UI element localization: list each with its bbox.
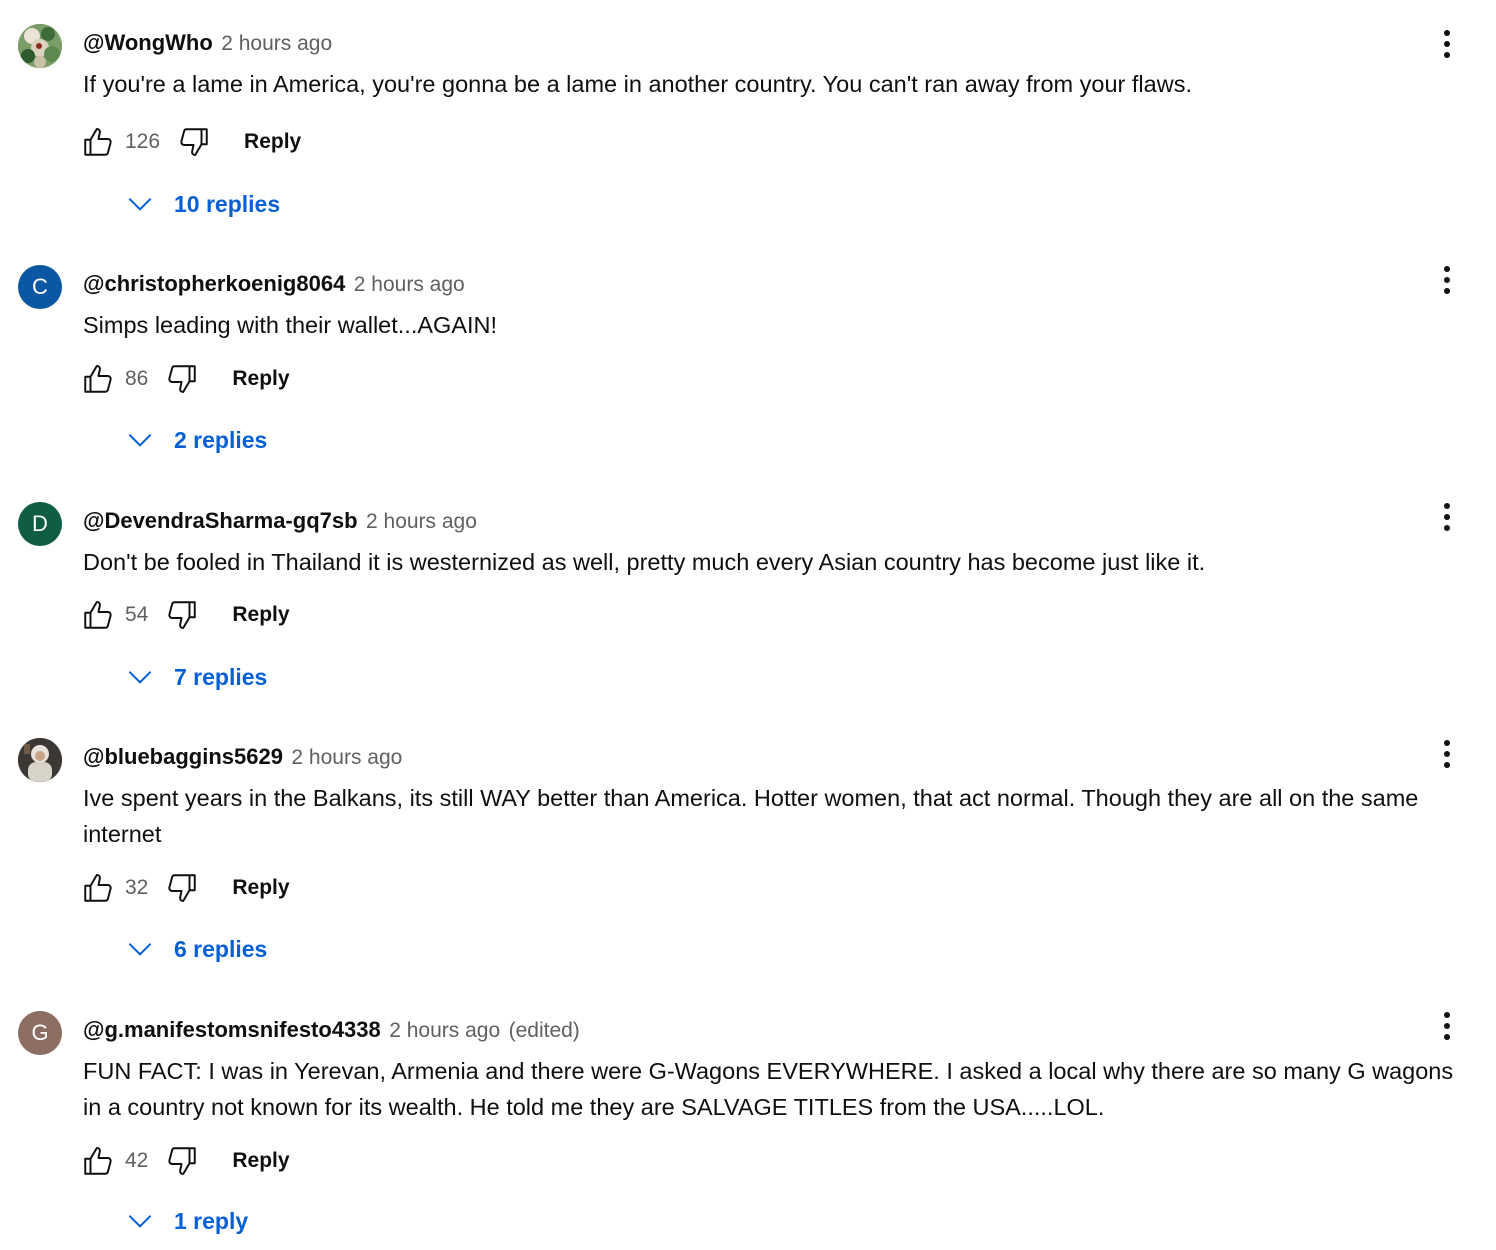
profile-photo-icon (18, 738, 62, 782)
view-replies-button[interactable]: 1 reply (124, 1201, 248, 1241)
thumbs-up-icon (84, 600, 112, 629)
comment-author[interactable]: @bluebaggins5629 (83, 744, 283, 769)
chevron-down-icon (128, 433, 152, 447)
comment-menu-button[interactable] (1431, 260, 1463, 300)
view-replies-button[interactable]: 10 replies (124, 184, 280, 224)
comment-actions: 32 Reply (78, 868, 290, 908)
profile-photo-icon (18, 24, 62, 68)
comment-timestamp[interactable]: 2 hours ago (366, 510, 477, 533)
thumbs-down-icon (168, 874, 197, 903)
comment-actions: 54 Reply (78, 595, 290, 635)
dislike-button[interactable] (162, 359, 202, 399)
avatar[interactable]: G (18, 1011, 62, 1055)
comment-author[interactable]: @DevendraSharma-gq7sb (83, 508, 358, 533)
replies-count: 7 replies (174, 663, 268, 690)
like-count: 86 (125, 367, 149, 390)
comment-text: Don't be fooled in Thailand it is wester… (83, 549, 1206, 575)
more-vert-icon (1444, 1012, 1450, 1040)
replies-count: 1 reply (174, 1207, 249, 1234)
chevron-down-icon (128, 670, 152, 684)
comment-text: If you're a lame in America, you're gonn… (83, 71, 1192, 97)
reply-button[interactable]: Reply (232, 603, 289, 627)
dislike-button[interactable] (162, 595, 202, 635)
comment-timestamp[interactable]: 2 hours ago (354, 273, 465, 296)
thumbs-up-icon (84, 364, 112, 393)
comment-author[interactable]: @WongWho (83, 30, 213, 55)
edited-label: (edited) (508, 1019, 580, 1042)
thumbs-down-icon (180, 128, 208, 157)
replies-count: 6 replies (174, 935, 268, 962)
view-replies-button[interactable]: 6 replies (124, 929, 267, 969)
more-vert-icon (1444, 740, 1450, 768)
avatar-letter: G (31, 1020, 49, 1045)
chevron-down-icon (128, 197, 152, 211)
like-button[interactable] (78, 122, 118, 162)
comment-text: Ive spent years in the Balkans, its stil… (83, 785, 1419, 847)
view-replies-button[interactable]: 2 replies (124, 420, 267, 460)
comment-header: @DevendraSharma-gq7sb 2 hours ago (83, 506, 477, 539)
like-button[interactable] (78, 1141, 118, 1181)
thumbs-up-icon (84, 873, 112, 902)
comment-timestamp[interactable]: 2 hours ago (389, 1019, 500, 1042)
comment-actions: 126 Reply (78, 122, 301, 162)
reply-button[interactable]: Reply (232, 367, 289, 391)
comment-menu-button[interactable] (1431, 734, 1463, 774)
like-button[interactable] (78, 359, 118, 399)
comment-menu-button[interactable] (1431, 24, 1463, 64)
more-vert-icon (1444, 503, 1450, 531)
like-count: 126 (125, 130, 161, 153)
comment-author[interactable]: @christopherkoenig8064 (83, 271, 345, 296)
avatar[interactable] (18, 738, 62, 782)
comment-menu-button[interactable] (1431, 1006, 1463, 1046)
reply-button[interactable]: Reply (244, 130, 301, 154)
chevron-down-icon (128, 1214, 152, 1228)
comment-timestamp[interactable]: 2 hours ago (221, 32, 332, 55)
comment-actions: 86 Reply (78, 359, 290, 399)
avatar-letter: C (32, 274, 48, 299)
replies-count: 2 replies (174, 426, 268, 453)
like-count: 54 (125, 603, 149, 626)
comment-header: @WongWho 2 hours ago (83, 28, 332, 61)
comment-text: Simps leading with their wallet...AGAIN! (83, 312, 498, 338)
more-vert-icon (1444, 266, 1450, 294)
dislike-button[interactable] (162, 1141, 202, 1181)
thumbs-up-icon (84, 1146, 112, 1175)
thumbs-down-icon (168, 365, 197, 394)
replies-count: 10 replies (174, 190, 281, 217)
like-button[interactable] (78, 868, 118, 908)
comment-text: FUN FACT: I was in Yerevan, Armenia and … (83, 1058, 1454, 1120)
reply-button[interactable]: Reply (232, 876, 289, 900)
thumbs-down-icon (168, 601, 197, 630)
more-vert-icon (1444, 30, 1450, 58)
view-replies-button[interactable]: 7 replies (124, 657, 267, 697)
like-count: 32 (125, 876, 149, 899)
thumbs-up-icon (84, 127, 112, 156)
dislike-button[interactable] (162, 868, 202, 908)
comment-header: @christopherkoenig8064 2 hours ago (83, 269, 465, 302)
comment-actions: 42 Reply (78, 1141, 290, 1181)
reply-button[interactable]: Reply (232, 1149, 289, 1173)
avatar[interactable]: C (18, 265, 62, 309)
avatar[interactable]: D (18, 502, 62, 546)
thumbs-down-icon (168, 1147, 197, 1176)
dislike-button[interactable] (174, 122, 214, 162)
comment-menu-button[interactable] (1431, 497, 1463, 537)
like-button[interactable] (78, 595, 118, 635)
avatar[interactable] (18, 24, 62, 68)
like-count: 42 (125, 1149, 149, 1172)
avatar-letter: D (32, 511, 48, 536)
comment-timestamp[interactable]: 2 hours ago (291, 746, 402, 769)
comment-header: @g.manifestomsnifesto4338 2 hours ago (e… (83, 1015, 580, 1048)
comment-author[interactable]: @g.manifestomsnifesto4338 (83, 1017, 381, 1042)
chevron-down-icon (128, 942, 152, 956)
comment-header: @bluebaggins5629 2 hours ago (83, 742, 402, 775)
